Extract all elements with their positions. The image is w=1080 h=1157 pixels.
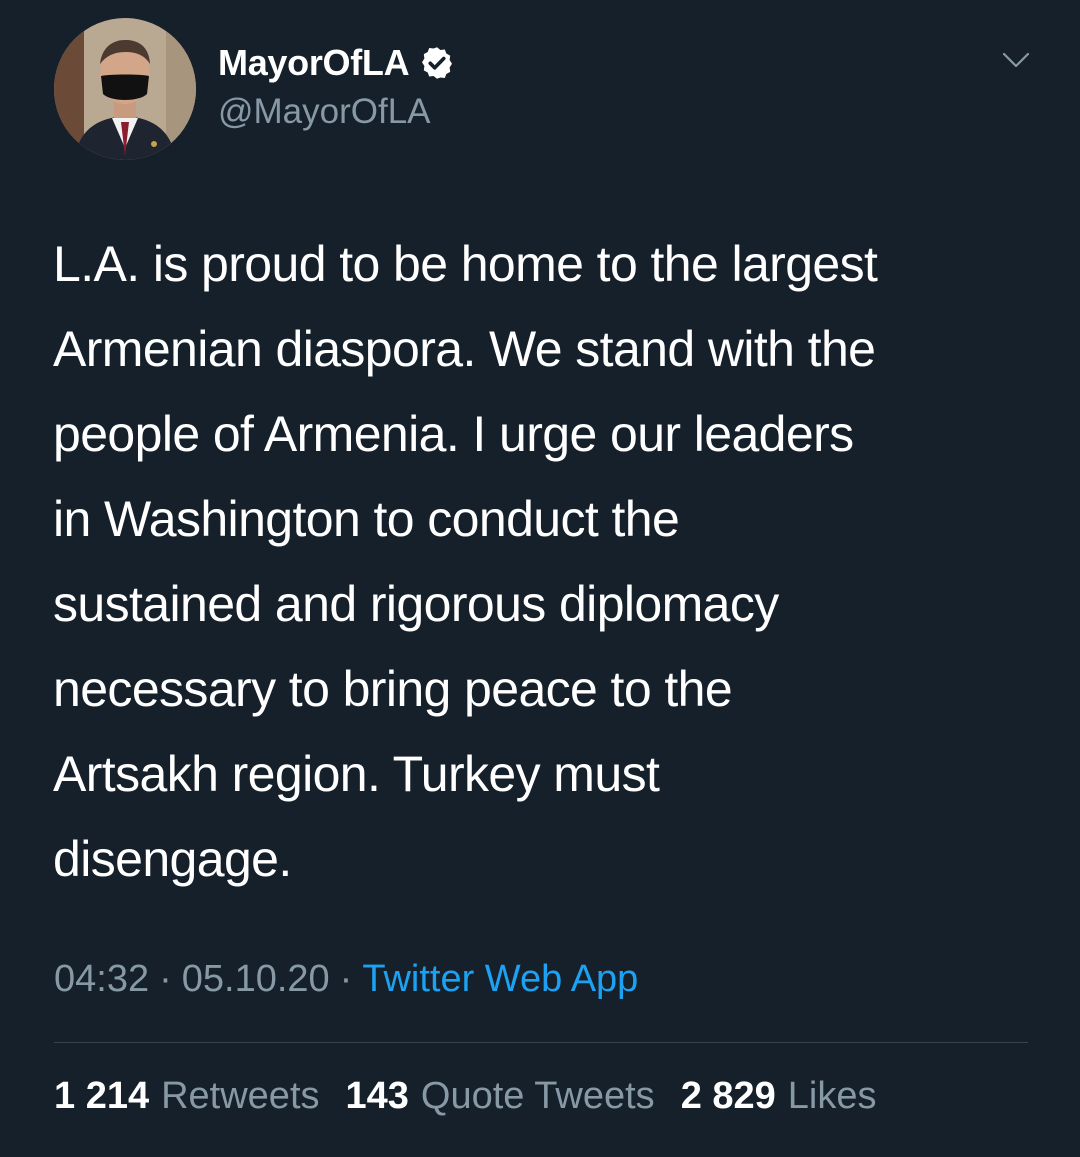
likes-count: 2 829 [680,1075,776,1117]
author-name-row[interactable]: MayorOfLA [218,40,455,86]
tweet-date[interactable]: 05.10.20 [182,958,330,1000]
meta-separator: · [339,958,353,1000]
avatar-photo [54,18,196,160]
divider [54,1042,1028,1043]
chevron-down-icon[interactable] [1002,50,1030,70]
display-name[interactable]: MayorOfLA [218,42,410,84]
retweets-count: 1 214 [54,1075,150,1117]
tweet-source-link[interactable]: Twitter Web App [362,958,638,1000]
tweet-card: MayorOfLA @MayorOfLA L.A. is proud to be… [0,0,1080,1157]
author-handle[interactable]: @MayorOfLA [218,92,431,132]
likes-stat[interactable]: 2 829 Likes [681,1075,877,1118]
tweet-text: L.A. is proud to be home to the largest … [53,236,878,887]
avatar[interactable] [54,18,196,160]
verified-badge-icon [422,47,453,79]
quote-tweets-stat[interactable]: 143 Quote Tweets [346,1075,655,1118]
quote-tweets-label: Quote Tweets [420,1075,655,1117]
likes-label: Likes [787,1075,877,1117]
retweets-label: Retweets [161,1075,320,1117]
tweet-time[interactable]: 04:32 [54,958,149,1000]
tweet-meta: 04:32 · 05.10.20 · Twitter Web App [54,958,638,1001]
retweets-stat[interactable]: 1 214 Retweets [54,1075,320,1118]
quote-tweets-count: 143 [345,1075,409,1117]
meta-separator: · [159,958,172,1000]
tweet-stats: 1 214 Retweets 143 Quote Tweets 2 829 Likes [54,1075,903,1118]
